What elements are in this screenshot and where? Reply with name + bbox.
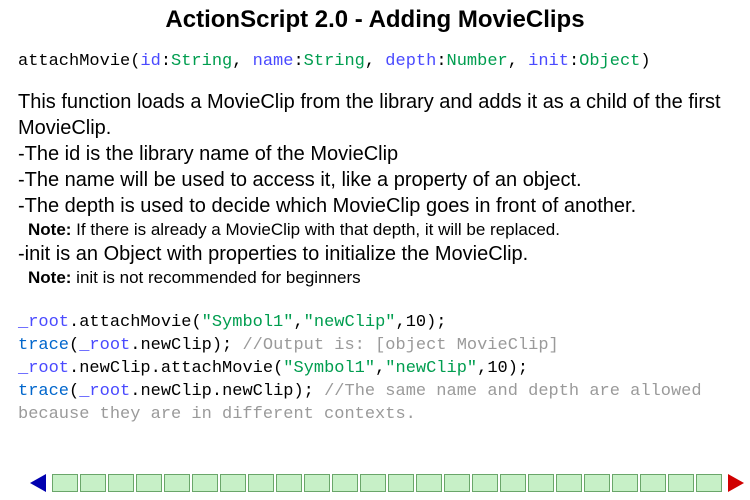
slide-slot[interactable]: [584, 474, 610, 492]
slide-slot[interactable]: [500, 474, 526, 492]
bullet-name: -The name will be used to access it, lik…: [18, 167, 732, 193]
code-sample: _root.attachMovie("Symbol1","newClip",10…: [18, 289, 732, 450]
slide-slot[interactable]: [304, 474, 330, 492]
bullet-depth: -The depth is used to decide which Movie…: [18, 193, 732, 219]
slide-nav: [0, 474, 750, 492]
slide-slot[interactable]: [472, 474, 498, 492]
slide-slot[interactable]: [416, 474, 442, 492]
slide-slot[interactable]: [80, 474, 106, 492]
function-signature: attachMovie(id:String, name:String, dept…: [18, 52, 732, 71]
slide-slot[interactable]: [696, 474, 722, 492]
bullet-id: -The id is the library name of the Movie…: [18, 141, 732, 167]
next-arrow-icon[interactable]: [728, 474, 744, 492]
slide-slot[interactable]: [276, 474, 302, 492]
slide-slot[interactable]: [248, 474, 274, 492]
slide-slots: [52, 474, 722, 492]
slide-content: ActionScript 2.0 - Adding MovieClips att…: [0, 0, 750, 450]
note-depth: Note: If there is already a MovieClip wi…: [18, 219, 732, 241]
description: This function loads a MovieClip from the…: [18, 89, 732, 289]
slide-slot[interactable]: [332, 474, 358, 492]
prev-arrow-icon[interactable]: [30, 474, 46, 492]
note-init: Note: init is not recommended for beginn…: [18, 267, 732, 289]
slide-slot[interactable]: [388, 474, 414, 492]
slide-slot[interactable]: [528, 474, 554, 492]
slide-slot[interactable]: [612, 474, 638, 492]
sig-fn: attachMovie: [18, 52, 130, 71]
slide-slot[interactable]: [108, 474, 134, 492]
intro-text: This function loads a MovieClip from the…: [18, 89, 732, 141]
page-title: ActionScript 2.0 - Adding MovieClips: [18, 6, 732, 34]
slide-slot[interactable]: [136, 474, 162, 492]
slide-slot[interactable]: [556, 474, 582, 492]
slide-slot[interactable]: [192, 474, 218, 492]
bullet-init: -init is an Object with properties to in…: [18, 241, 732, 267]
slide-slot[interactable]: [164, 474, 190, 492]
slide-slot[interactable]: [52, 474, 78, 492]
slide-slot[interactable]: [360, 474, 386, 492]
slide-slot[interactable]: [220, 474, 246, 492]
slide-slot[interactable]: [640, 474, 666, 492]
slide-slot[interactable]: [444, 474, 470, 492]
slide-slot[interactable]: [668, 474, 694, 492]
